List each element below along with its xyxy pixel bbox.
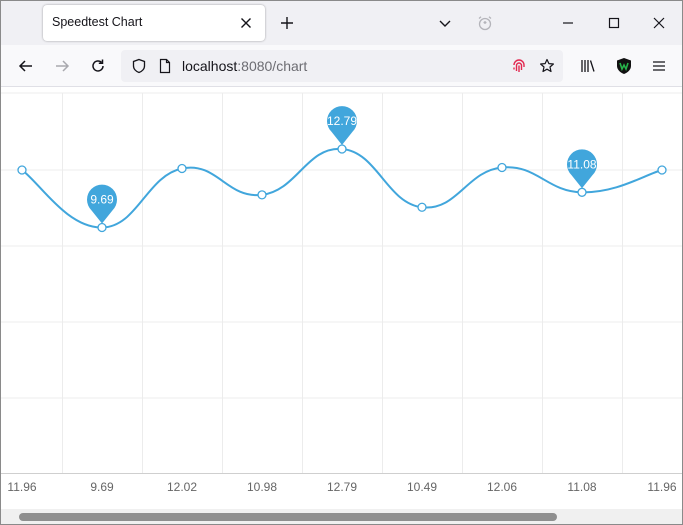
page-icon[interactable] — [155, 56, 175, 76]
address-bar[interactable]: localhost:8080/chart — [121, 50, 563, 82]
tab-strip: Speedtest Chart — [1, 1, 682, 45]
pin-label: 12.79 — [327, 114, 357, 128]
data-point[interactable] — [257, 190, 267, 200]
data-point[interactable] — [577, 187, 587, 197]
horizontal-scrollbar[interactable] — [1, 509, 682, 524]
tab-title: Speedtest Chart — [52, 15, 143, 29]
navigation-bar: localhost:8080/chart — [1, 45, 682, 87]
x-tick-label: 12.79 — [327, 480, 357, 494]
data-point[interactable] — [177, 163, 187, 174]
value-pin-marker[interactable]: 11.08 — [567, 149, 598, 189]
data-point[interactable] — [97, 222, 107, 233]
page-content: 9.69 12.79 11.08 11.96 9.69 12.02 10.98 12.79 1… — [1, 87, 682, 524]
x-axis: 11.96 9.69 12.02 10.98 12.79 10.49 12.06 11.08 1… — [7, 480, 676, 494]
alarm-clock-icon — [478, 16, 492, 31]
back-button[interactable] — [11, 51, 41, 81]
pin-label: 11.08 — [567, 157, 596, 171]
data-point[interactable] — [657, 165, 667, 175]
forward-button[interactable] — [47, 51, 77, 81]
reload-button[interactable] — [83, 51, 113, 81]
tab-speedtest-chart[interactable]: Speedtest Chart — [43, 5, 265, 41]
alarm-button[interactable] — [473, 11, 497, 35]
scrollbar-thumb[interactable] — [19, 513, 557, 521]
hamburger-menu-icon — [653, 61, 665, 71]
url-path: :8080/chart — [237, 58, 308, 74]
chart-series — [21, 147, 663, 229]
library-button[interactable] — [573, 51, 603, 81]
minimize-icon — [563, 22, 573, 24]
extension-button[interactable] — [609, 51, 639, 81]
x-tick-label: 11.96 — [647, 480, 676, 494]
speedtest-line-chart: 9.6912.7911.08 11.96 9.69 12.02 10.98 12.79 1… — [1, 92, 682, 494]
minimize-button[interactable] — [556, 11, 580, 35]
x-tick-label: 10.98 — [247, 480, 277, 494]
browser-window: Speedtest Chart localhost:8080/chart 9.6… — [0, 0, 683, 525]
chart-markers: 9.69 12.79 11.08 — [87, 106, 598, 224]
star-icon[interactable] — [537, 56, 557, 76]
value-pin-marker[interactable]: 9.69 — [87, 184, 118, 224]
plus-icon — [281, 17, 293, 29]
x-tick-label: 11.08 — [567, 480, 596, 494]
tab-list-button[interactable] — [433, 11, 457, 35]
close-icon[interactable] — [235, 12, 257, 34]
data-point[interactable] — [417, 202, 427, 212]
shield-icon[interactable] — [129, 56, 149, 76]
library-icon — [581, 60, 595, 72]
close-icon — [653, 17, 665, 29]
app-menu-button[interactable] — [644, 51, 674, 81]
url-host: localhost — [182, 58, 238, 74]
x-tick-label: 9.69 — [90, 480, 114, 494]
new-tab-button[interactable] — [273, 9, 301, 37]
chevron-down-icon — [439, 20, 451, 27]
data-point[interactable] — [17, 165, 27, 175]
x-tick-label: 12.06 — [487, 480, 517, 494]
x-tick-label: 10.49 — [407, 480, 437, 494]
pin-label: 9.69 — [90, 193, 114, 207]
fingerprint-icon[interactable] — [509, 56, 529, 76]
x-tick-label: 11.96 — [7, 480, 36, 494]
url-text[interactable]: localhost:8080/chart — [182, 58, 307, 74]
maximize-icon — [608, 17, 620, 29]
maximize-button[interactable] — [602, 11, 626, 35]
reload-icon — [92, 59, 104, 72]
x-tick-label: 12.02 — [167, 480, 197, 494]
arrow-right-icon — [56, 60, 70, 72]
value-pin-marker[interactable]: 12.79 — [327, 106, 357, 145]
data-point[interactable] — [337, 144, 347, 154]
data-point[interactable] — [497, 162, 507, 173]
shield-extension-icon — [617, 58, 631, 74]
series-line — [21, 147, 663, 229]
arrow-left-icon — [18, 60, 32, 72]
window-close-button[interactable] — [647, 11, 671, 35]
